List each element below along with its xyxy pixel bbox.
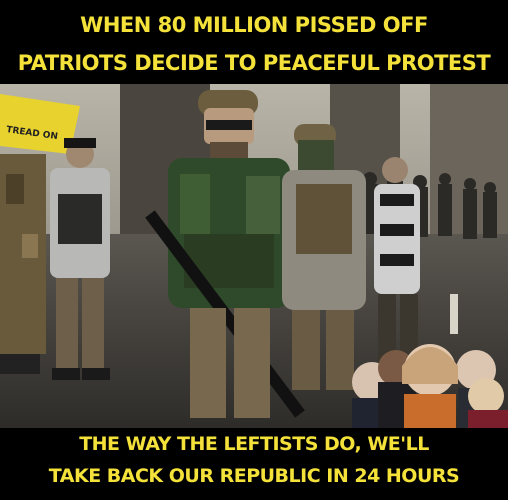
meme-image: WHEN 80 MILLION PISSED OFF PATRIOTS DECI…: [0, 0, 508, 500]
top-caption: WHEN 80 MILLION PISSED OFF PATRIOTS DECI…: [0, 6, 508, 82]
top-caption-line-1: WHEN 80 MILLION PISSED OFF: [80, 13, 428, 37]
bottom-caption-line-2: TAKE BACK OUR REPUBLIC IN 24 HOURS: [48, 465, 460, 487]
road-marking: [450, 294, 458, 334]
protest-photo: TREAD ON: [0, 84, 508, 428]
bottom-caption-line-1: THE WAY THE LEFTISTS DO, WE'LL: [79, 433, 429, 455]
bottom-caption: THE WAY THE LEFTISTS DO, WE'LL TAKE BACK…: [0, 428, 508, 492]
left-figure: [0, 154, 46, 374]
top-caption-line-2: PATRIOTS DECIDE TO PEACEFUL PROTEST: [17, 51, 491, 75]
